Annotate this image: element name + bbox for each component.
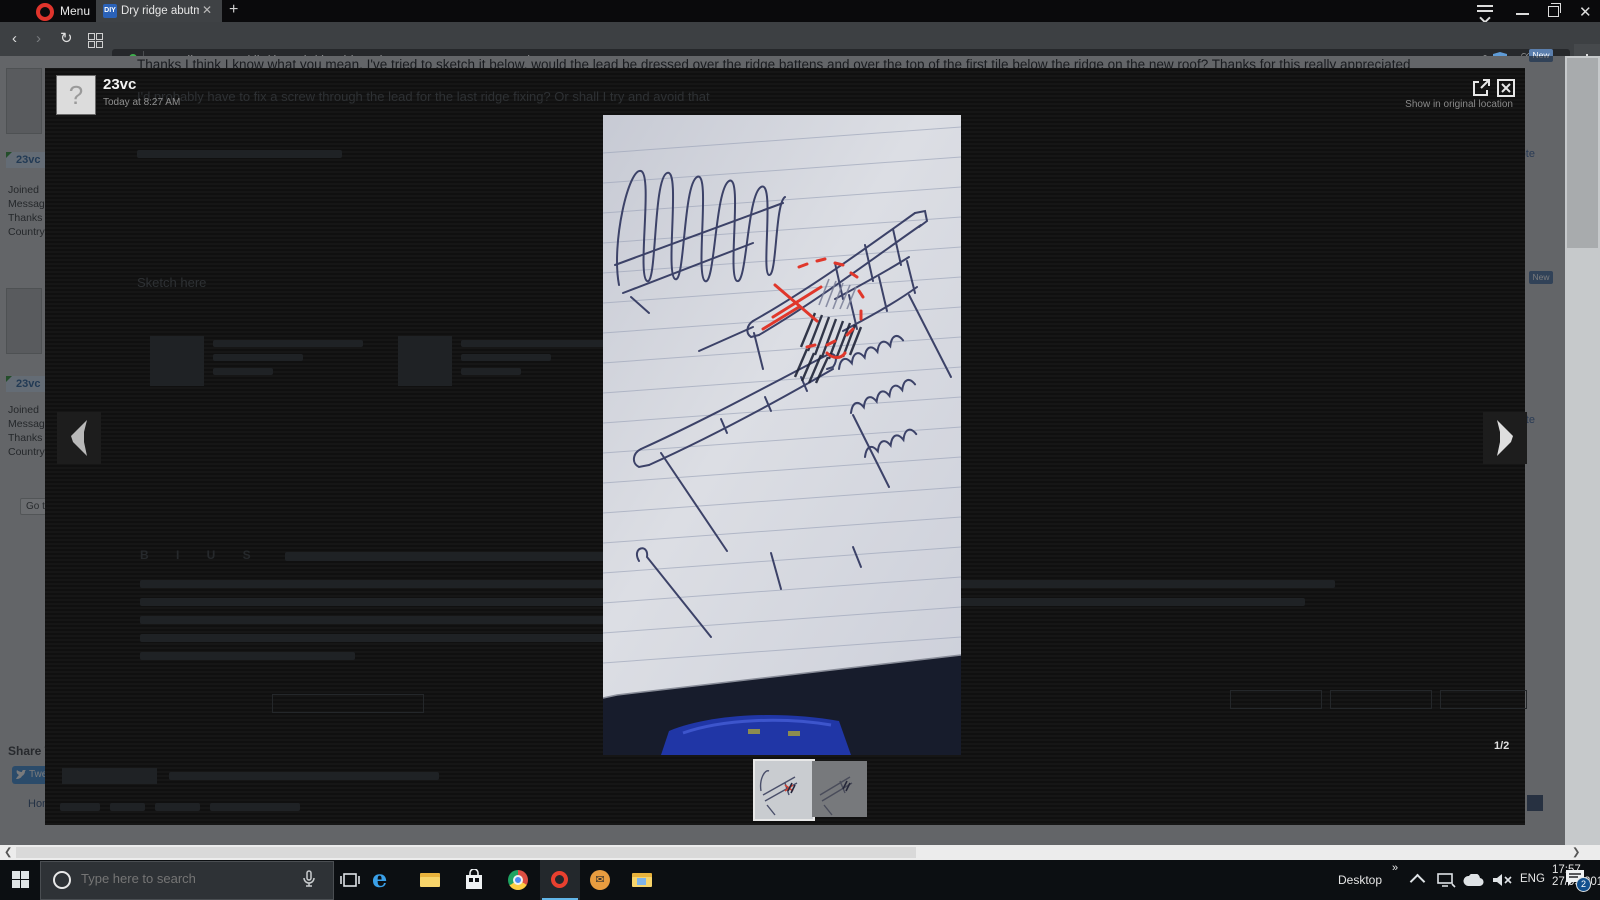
ghost-text-bar	[461, 340, 611, 347]
microphone-icon[interactable]	[303, 870, 315, 888]
opera-menu-button[interactable]: Menu	[60, 4, 90, 18]
horizontal-scrollbar[interactable]: ❮ ❯	[0, 845, 1600, 860]
ghost-button	[1440, 690, 1527, 709]
ghost-text-bar	[213, 340, 363, 347]
back-icon[interactable]: ‹	[12, 30, 17, 47]
mail-app-icon[interactable]: ✉	[590, 870, 610, 890]
ghost-text-bar	[140, 652, 355, 660]
opera-menu-icon[interactable]	[36, 3, 54, 21]
notification-badge: 2	[1576, 877, 1591, 892]
ghost-text-bar	[60, 803, 100, 811]
ghost-button	[1230, 690, 1322, 709]
search-input[interactable]	[79, 870, 293, 887]
lightbox-avatar: ?	[56, 75, 96, 115]
ghost-text-bar	[210, 803, 300, 811]
close-window-icon[interactable]: ✕	[1579, 3, 1592, 21]
ghost-text-bar	[213, 368, 273, 375]
opera-taskbar-slot[interactable]	[540, 860, 580, 900]
ghost-attachment-thumb	[398, 336, 452, 386]
chrome-icon[interactable]	[508, 870, 528, 890]
sketch-photo	[603, 115, 961, 755]
address-bar: ‹ › ↻ www.diynot.com/diy/threads/dry-rid…	[0, 22, 1600, 56]
ghost-text-bar	[461, 354, 551, 361]
ghost-button	[1330, 690, 1432, 709]
language-indicator[interactable]: ENG	[1520, 873, 1545, 885]
tab-favicon: DIY	[103, 4, 117, 18]
lightbox-close-icon[interactable]	[1496, 78, 1516, 98]
ghost-text-bar	[155, 803, 200, 811]
ghost-button	[272, 694, 424, 713]
horizontal-scrollbar-thumb[interactable]	[16, 847, 916, 858]
image-counter: 1/2	[1494, 740, 1509, 752]
toolbar-overflow-icon[interactable]: »	[1392, 862, 1398, 874]
image-lightbox: I'd probably have to fix a screw through…	[45, 68, 1525, 825]
thumbnail-1-preview	[755, 761, 813, 819]
show-hidden-icons-chevron[interactable]	[1410, 874, 1426, 890]
open-original-icon[interactable]	[1471, 78, 1491, 98]
opera-icon	[551, 871, 568, 888]
taskbar-search[interactable]	[40, 861, 334, 900]
thumbnail-2-preview	[812, 761, 867, 817]
tab-title: Dry ridge abutment to ver	[121, 5, 199, 17]
screen: Menu DIY Dry ridge abutment to ver ✕ + ✕…	[0, 0, 1600, 900]
network-icon[interactable]	[1436, 872, 1456, 888]
ghost-text-bar	[461, 368, 521, 375]
scroll-right-icon[interactable]: ❯	[1572, 847, 1580, 858]
left-arrow-icon	[57, 412, 101, 464]
next-image-button[interactable]	[1483, 412, 1527, 464]
windows-taskbar: e ✉ Desktop »	[0, 860, 1600, 900]
browser-tab-bar: Menu DIY Dry ridge abutment to ver ✕ + ✕	[0, 0, 1600, 22]
store-icon[interactable]	[464, 869, 484, 891]
volume-muted-icon[interactable]	[1492, 872, 1512, 888]
vertical-scrollbar[interactable]	[1565, 56, 1600, 845]
reload-icon[interactable]: ↻	[60, 29, 73, 47]
tab-menu-icon[interactable]	[1477, 5, 1493, 22]
desktop-toolbar-label[interactable]: Desktop	[1338, 873, 1382, 887]
ghost-text-bar	[285, 552, 655, 561]
ghost-attachment-thumb	[150, 336, 204, 386]
ghost-post-line: I'd probably have to fix a screw through…	[137, 89, 710, 104]
browser-tab[interactable]: DIY Dry ridge abutment to ver ✕	[96, 0, 222, 22]
scroll-left-icon[interactable]: ❮	[4, 847, 12, 858]
ghost-text-bar	[169, 772, 439, 780]
ghost-sketch-here: Sketch here	[137, 275, 206, 290]
ghost-text-bar	[110, 803, 145, 811]
task-view-icon[interactable]	[340, 871, 360, 889]
right-arrow-icon	[1483, 412, 1527, 464]
action-center-button[interactable]: 2	[1564, 868, 1586, 893]
ghost-recommend-button	[62, 768, 157, 784]
edge-icon[interactable]: e	[372, 864, 387, 893]
lightbox-timestamp: Today at 8:27 AM	[103, 97, 180, 108]
onedrive-cloud-icon[interactable]	[1462, 874, 1484, 887]
windows-logo-icon	[12, 871, 20, 879]
previous-image-button[interactable]	[57, 412, 101, 464]
thumbnail-1-selected[interactable]	[753, 759, 815, 821]
vertical-scrollbar-thumb[interactable]	[1567, 58, 1598, 248]
ghost-editor-toolbar: B I U S	[140, 548, 263, 562]
ghost-text-bar	[213, 354, 303, 361]
restore-icon[interactable]	[1548, 6, 1559, 17]
minimize-icon[interactable]	[1516, 13, 1529, 15]
start-button[interactable]	[12, 871, 29, 888]
tab-close-icon[interactable]: ✕	[202, 3, 212, 17]
thumbnail-2[interactable]	[812, 761, 867, 817]
new-tab-button[interactable]: +	[229, 1, 238, 19]
lightbox-username: 23vc	[103, 76, 136, 93]
show-original-label[interactable]: Show in original location	[1405, 99, 1513, 110]
lightbox-photo[interactable]	[603, 115, 961, 755]
speed-dial-icon[interactable]	[88, 33, 101, 46]
cortana-icon	[53, 871, 71, 889]
ghost-text-bar	[137, 150, 342, 158]
forward-icon[interactable]: ›	[36, 30, 41, 47]
